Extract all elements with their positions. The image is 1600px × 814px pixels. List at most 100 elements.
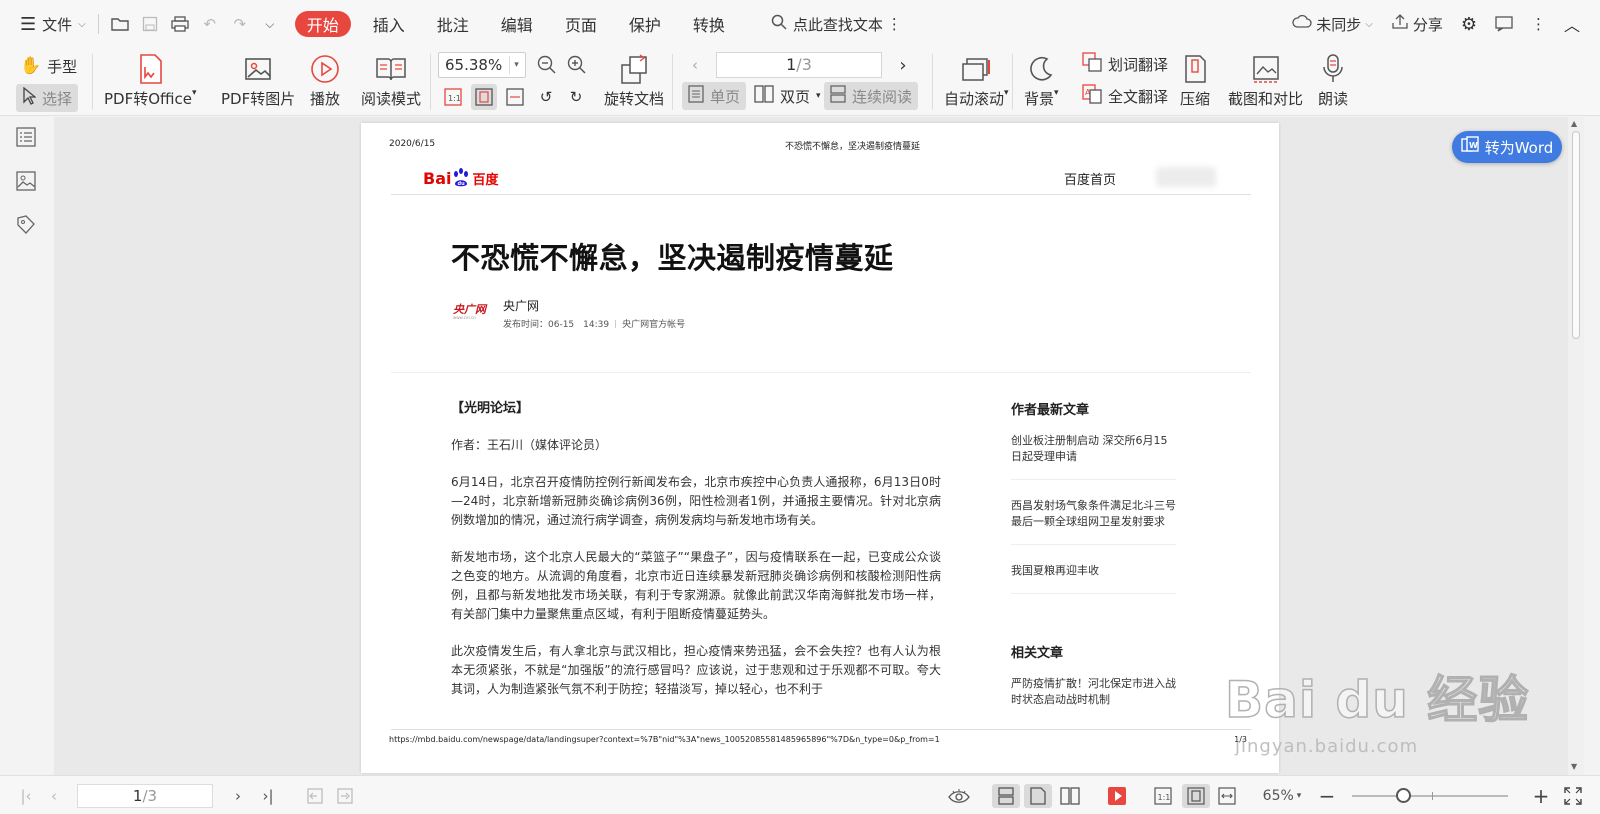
fit-page-icon[interactable] bbox=[1182, 784, 1210, 808]
previous-page-icon[interactable]: ‹ bbox=[42, 784, 66, 808]
zoom-slider[interactable] bbox=[1352, 788, 1508, 803]
baidu-home-link[interactable]: 百度首页 bbox=[1064, 169, 1116, 188]
tab-insert[interactable]: 插入 bbox=[357, 9, 421, 39]
full-translate-button[interactable]: A 全文翻译 bbox=[1076, 82, 1174, 110]
previous-page-icon[interactable]: ‹ bbox=[682, 52, 708, 78]
file-menu[interactable]: ☰ 文件 ⌵ bbox=[14, 9, 92, 39]
single-page-button[interactable]: 单页 bbox=[682, 82, 747, 110]
more-options-icon[interactable]: ⋮ bbox=[1525, 9, 1552, 39]
zoom-in-plus-icon[interactable]: + bbox=[1530, 784, 1552, 808]
pdf-to-image-button[interactable]: PDF转图片 bbox=[221, 50, 295, 109]
open-folder-icon[interactable] bbox=[105, 9, 135, 39]
status-zoom-value: 65% bbox=[1262, 788, 1294, 804]
page-number-input[interactable]: 1/3 bbox=[716, 52, 882, 78]
article-sidebar: 作者最新文章 创业板注册制启动 深交所6月15日起受理申请 西昌发射场气象条件满… bbox=[1011, 403, 1176, 708]
tab-start[interactable]: 开始 bbox=[294, 11, 351, 37]
status-zoom-select[interactable]: 65% ▾ bbox=[1254, 784, 1310, 808]
scroll-down-icon[interactable]: ▼ bbox=[1571, 762, 1577, 771]
zoom-slider-knob[interactable] bbox=[1396, 788, 1411, 803]
tab-page[interactable]: 页面 bbox=[549, 9, 613, 39]
convert-to-word-button[interactable]: W 转为Word bbox=[1452, 131, 1562, 163]
status-bar: |‹ ‹ 1/3 › ›| 1:1 65% ▾ − + bbox=[0, 775, 1600, 814]
first-page-icon[interactable]: |‹ bbox=[14, 784, 38, 808]
continuous-view-icon[interactable] bbox=[992, 784, 1020, 808]
svg-text:W: W bbox=[1469, 141, 1478, 150]
tab-convert[interactable]: 转换 bbox=[677, 9, 741, 39]
compress-button[interactable]: 压缩 bbox=[1180, 50, 1210, 109]
redo-icon[interactable]: ↷ bbox=[225, 9, 255, 39]
fit-page-icon[interactable] bbox=[471, 84, 497, 110]
paragraph: 6月14日，北京召开疫情防控例行新闻发布会，北京市疾控中心负责人通报称，6月13… bbox=[451, 475, 941, 527]
comment-icon[interactable] bbox=[1489, 9, 1519, 39]
print-icon[interactable] bbox=[165, 9, 195, 39]
customize-dropdown-icon[interactable]: ⌵ bbox=[255, 9, 285, 39]
status-page-input[interactable]: 1/3 bbox=[77, 784, 213, 808]
next-page-icon[interactable]: › bbox=[890, 52, 916, 78]
share-button[interactable]: 分享 bbox=[1385, 9, 1449, 39]
collapse-ribbon-icon[interactable]: ︿ bbox=[1558, 9, 1586, 39]
thumbnail-image-icon[interactable] bbox=[16, 171, 38, 193]
latest-article-link[interactable]: 创业板注册制启动 深交所6月15日起受理申请 bbox=[1011, 433, 1176, 480]
undo-icon[interactable]: ↶ bbox=[195, 9, 225, 39]
play-slideshow-icon[interactable] bbox=[1104, 784, 1130, 808]
latest-article-link[interactable]: 我国夏粮再迎丰收 bbox=[1011, 563, 1176, 594]
screenshot-compare-label: 截图和对比 bbox=[1228, 90, 1304, 108]
double-page-button[interactable]: 双页 ▾ bbox=[748, 82, 827, 110]
tab-edit[interactable]: 编辑 bbox=[485, 9, 549, 39]
latest-article-link[interactable]: 西昌发射场气象条件满足北斗三号最后一颗全球组网卫星发射要求 bbox=[1011, 498, 1176, 545]
zoom-in-icon[interactable] bbox=[564, 52, 590, 78]
fullscreen-icon[interactable] bbox=[1560, 784, 1586, 808]
fit-width-icon[interactable] bbox=[502, 84, 528, 110]
eye-protection-icon[interactable] bbox=[946, 784, 972, 808]
settings-gear-icon[interactable]: ⚙ bbox=[1455, 9, 1483, 39]
last-page-icon[interactable]: ›| bbox=[256, 784, 280, 808]
vertical-scrollbar[interactable]: ▲ ▼ bbox=[1568, 117, 1584, 775]
fit-width-icon[interactable] bbox=[1214, 784, 1240, 808]
forward-history-icon[interactable] bbox=[334, 784, 356, 808]
sync-status-label: 未同步 bbox=[1316, 15, 1362, 34]
next-page-icon[interactable]: › bbox=[226, 784, 250, 808]
bookmark-tag-icon[interactable] bbox=[16, 215, 38, 237]
svg-text:du: du bbox=[458, 181, 466, 187]
zoom-out-minus-icon[interactable]: − bbox=[1316, 784, 1338, 808]
word-convert-icon: W bbox=[1461, 136, 1479, 158]
document-viewport[interactable]: 2020/6/15 不恐慌不懈怠，坚决遏制疫情蔓延 Bai du 百度 百度首页… bbox=[54, 117, 1584, 775]
sync-status-button[interactable]: 未同步 ⌵ bbox=[1286, 9, 1379, 39]
source-logo: 央广网 www.cnr.cn bbox=[453, 301, 487, 320]
scrollbar-thumb[interactable] bbox=[1572, 131, 1580, 339]
word-translate-button[interactable]: 划词翻译 bbox=[1076, 50, 1174, 78]
cloud-icon bbox=[1292, 14, 1312, 33]
double-view-icon[interactable] bbox=[1056, 784, 1084, 808]
rotate-document-button[interactable]: 旋转文档 bbox=[604, 50, 664, 109]
continuous-reading-button[interactable]: 连续阅读 bbox=[824, 82, 919, 110]
actual-size-icon[interactable]: 1:1 bbox=[1150, 784, 1176, 808]
screenshot-compare-button[interactable]: 截图和对比 bbox=[1228, 50, 1303, 109]
select-tool-button[interactable]: 选择 bbox=[16, 84, 79, 112]
auto-scroll-button[interactable]: 自动滚动▾ bbox=[944, 50, 1009, 109]
rotate-left-icon[interactable]: ↺ bbox=[533, 84, 559, 110]
tab-annotate[interactable]: 批注 bbox=[421, 9, 485, 39]
single-view-icon[interactable] bbox=[1024, 784, 1052, 808]
find-text-button[interactable]: 点此查找文本 ⋮ bbox=[765, 9, 908, 39]
chevron-down-icon: ▾ bbox=[1296, 791, 1302, 801]
outline-list-icon[interactable] bbox=[16, 127, 38, 149]
pdf-to-office-button[interactable]: PDF转Office▾ bbox=[104, 50, 197, 109]
pdf-to-office-label: PDF转Office bbox=[104, 90, 193, 108]
reading-mode-button[interactable]: 阅读模式 bbox=[361, 50, 421, 109]
related-article-link[interactable]: 严防疫情扩散！河北保定市进入战时状态启动战时机制 bbox=[1011, 676, 1176, 708]
save-icon[interactable] bbox=[135, 9, 165, 39]
zoom-out-icon[interactable] bbox=[534, 52, 560, 78]
scroll-up-icon[interactable]: ▲ bbox=[1571, 119, 1577, 128]
read-aloud-button[interactable]: 朗读 bbox=[1318, 50, 1348, 109]
tab-protect[interactable]: 保护 bbox=[613, 9, 677, 39]
play-button[interactable]: 播放 bbox=[310, 50, 340, 109]
back-history-icon[interactable] bbox=[304, 784, 326, 808]
microphone-icon bbox=[1321, 50, 1345, 88]
auto-scroll-icon bbox=[960, 50, 992, 88]
actual-size-icon[interactable]: 1:1 bbox=[440, 84, 466, 110]
zoom-select[interactable]: 65.38% ▾ bbox=[438, 52, 526, 78]
rotate-right-icon[interactable]: ↻ bbox=[563, 84, 589, 110]
background-button[interactable]: 背景▾ bbox=[1024, 50, 1059, 109]
reading-mode-label: 阅读模式 bbox=[361, 90, 422, 108]
hand-tool-button[interactable]: ✋ 手型 bbox=[14, 52, 83, 80]
